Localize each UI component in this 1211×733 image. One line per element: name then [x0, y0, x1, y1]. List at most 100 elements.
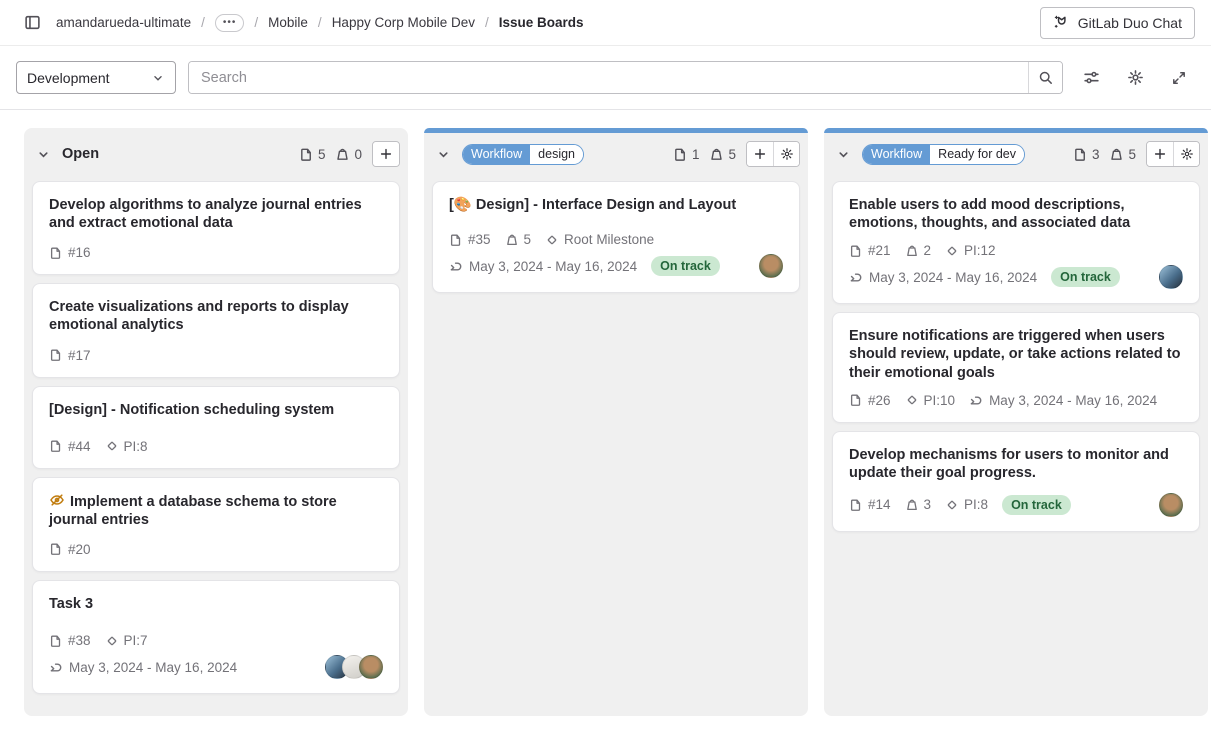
milestone: PI:7	[105, 633, 148, 648]
issue-title-text: Implement a database schema to store jou…	[49, 494, 337, 528]
board-config-sliders-button[interactable]	[1075, 62, 1107, 94]
milestone-diamond-icon	[105, 439, 119, 453]
avatar[interactable]	[1159, 265, 1183, 289]
avatar[interactable]	[359, 655, 383, 679]
search-submit-button[interactable]	[1028, 62, 1062, 93]
breadcrumb-subgroup[interactable]: Mobile	[268, 15, 308, 30]
breadcrumb-group[interactable]: amandarueda-ultimate	[56, 15, 191, 30]
weight-count-value: 0	[354, 147, 362, 162]
issue-title[interactable]: Develop algorithms to analyze journal en…	[49, 196, 383, 232]
breadcrumb-ellipsis-button[interactable]: •••	[215, 14, 245, 32]
weight-count: 5	[709, 147, 736, 162]
iteration: May 3, 2024 - May 16, 2024	[849, 270, 1037, 285]
issue-reference: #35	[449, 232, 491, 247]
issue-title[interactable]: [🎨 Design] - Interface Design and Layout	[449, 196, 783, 214]
issue-ref-value: #38	[68, 633, 91, 648]
board-settings-button[interactable]	[1119, 62, 1151, 94]
breadcrumb-project[interactable]: Happy Corp Mobile Dev	[332, 15, 475, 30]
add-issue-button[interactable]	[747, 142, 773, 166]
issue-count: 1	[673, 147, 700, 162]
weight-value: 2	[924, 243, 932, 258]
iteration-icon	[449, 259, 464, 274]
card-list: Develop algorithms to analyze journal en…	[24, 175, 408, 702]
search-input[interactable]	[189, 62, 1028, 93]
assignee-avatars	[759, 254, 783, 278]
issue-title[interactable]: Task 3	[49, 595, 383, 613]
weight-icon	[335, 147, 350, 162]
issue-reference: #21	[849, 243, 891, 258]
issue-title[interactable]: Ensure notifications are triggered when …	[849, 327, 1183, 381]
add-issue-button[interactable]	[1147, 142, 1173, 166]
issue-ref-value: #26	[868, 393, 891, 408]
chevron-down-icon	[151, 71, 165, 85]
milestone-value: PI:8	[124, 439, 148, 454]
issue-reference: #14	[849, 497, 891, 512]
issue-title[interactable]: Develop mechanisms for users to monitor …	[849, 446, 1183, 482]
issue-reference: #38	[49, 633, 91, 648]
issue-card[interactable]: Develop mechanisms for users to monitor …	[832, 431, 1200, 532]
milestone-diamond-icon	[545, 233, 559, 247]
issue-ref-value: #17	[68, 348, 91, 363]
top-bar: amandarueda-ultimate / ••• / Mobile / Ha…	[0, 0, 1211, 46]
issue-title[interactable]: Implement a database schema to store jou…	[49, 492, 383, 529]
issue-reference: #26	[849, 393, 891, 408]
issue-icon	[849, 498, 863, 512]
board-switcher-dropdown[interactable]: Development	[16, 61, 176, 94]
avatar[interactable]	[1159, 493, 1183, 517]
issue-reference: #16	[49, 245, 91, 260]
expand-fullscreen-button[interactable]	[1163, 62, 1195, 94]
issue-title[interactable]: Create visualizations and reports to dis…	[49, 298, 383, 334]
weight: 2	[905, 243, 932, 258]
breadcrumb: amandarueda-ultimate / ••• / Mobile / Ha…	[56, 14, 1040, 32]
expand-icon	[1171, 70, 1187, 86]
issue-icon	[49, 348, 63, 362]
issue-card[interactable]: [Design] - Notification scheduling syste…	[32, 386, 400, 469]
issue-title[interactable]: [Design] - Notification scheduling syste…	[49, 401, 383, 419]
issue-title[interactable]: Enable users to add mood descriptions, e…	[849, 196, 1183, 232]
collapse-column-button[interactable]	[830, 141, 856, 167]
collapse-column-button[interactable]	[430, 141, 456, 167]
add-issue-button[interactable]	[373, 142, 399, 166]
issue-card[interactable]: Task 3 #38 PI:7 May 3, 2024 - May 16, 20…	[32, 580, 400, 694]
board-column-workflow-ready-for-dev: Workflow Ready for dev 3 5	[824, 128, 1208, 716]
issue-card[interactable]: Enable users to add mood descriptions, e…	[832, 181, 1200, 304]
scoped-label[interactable]: Workflow design	[462, 144, 584, 165]
column-settings-button[interactable]	[1173, 142, 1199, 166]
sidebar-toggle-button[interactable]	[16, 7, 48, 39]
breadcrumb-separator: /	[201, 15, 205, 30]
iteration-value: May 3, 2024 - May 16, 2024	[69, 660, 237, 675]
column-title: Open	[62, 146, 99, 162]
issue-icon	[849, 244, 863, 258]
milestone-diamond-icon	[945, 498, 959, 512]
column-settings-button[interactable]	[773, 142, 799, 166]
weight-icon	[1109, 147, 1124, 162]
iteration: May 3, 2024 - May 16, 2024	[449, 259, 637, 274]
issue-icon	[49, 246, 63, 260]
health-status-badge: On track	[1002, 495, 1071, 515]
weight-icon	[905, 498, 919, 512]
issue-reference: #20	[49, 542, 91, 557]
health-status-badge: On track	[1051, 267, 1120, 287]
label-value: design	[530, 145, 583, 164]
issue-ref-value: #35	[468, 232, 491, 247]
collapse-column-button[interactable]	[30, 141, 56, 167]
confidential-eye-slash-icon	[49, 492, 65, 508]
column-header: Workflow design 1 5	[424, 133, 808, 175]
issue-card[interactable]: Ensure notifications are triggered when …	[832, 312, 1200, 422]
duo-ai-icon	[1053, 14, 1070, 31]
breadcrumb-current-page: Issue Boards	[499, 15, 584, 30]
issue-card[interactable]: [🎨 Design] - Interface Design and Layout…	[432, 181, 800, 293]
label-scope: Workflow	[863, 145, 930, 164]
scoped-label[interactable]: Workflow Ready for dev	[862, 144, 1025, 165]
milestone: PI:10	[905, 393, 956, 408]
milestone-value: PI:8	[964, 497, 988, 512]
gitlab-duo-chat-button[interactable]: GitLab Duo Chat	[1040, 7, 1195, 39]
avatar[interactable]	[759, 254, 783, 278]
weight-icon	[709, 147, 724, 162]
duo-chat-label: GitLab Duo Chat	[1078, 15, 1182, 31]
issue-card[interactable]: Create visualizations and reports to dis…	[32, 283, 400, 377]
issue-card[interactable]: Implement a database schema to store jou…	[32, 477, 400, 572]
milestone-value: PI:12	[964, 243, 996, 258]
issue-card[interactable]: Develop algorithms to analyze journal en…	[32, 181, 400, 275]
issue-count-value: 3	[1092, 147, 1100, 162]
